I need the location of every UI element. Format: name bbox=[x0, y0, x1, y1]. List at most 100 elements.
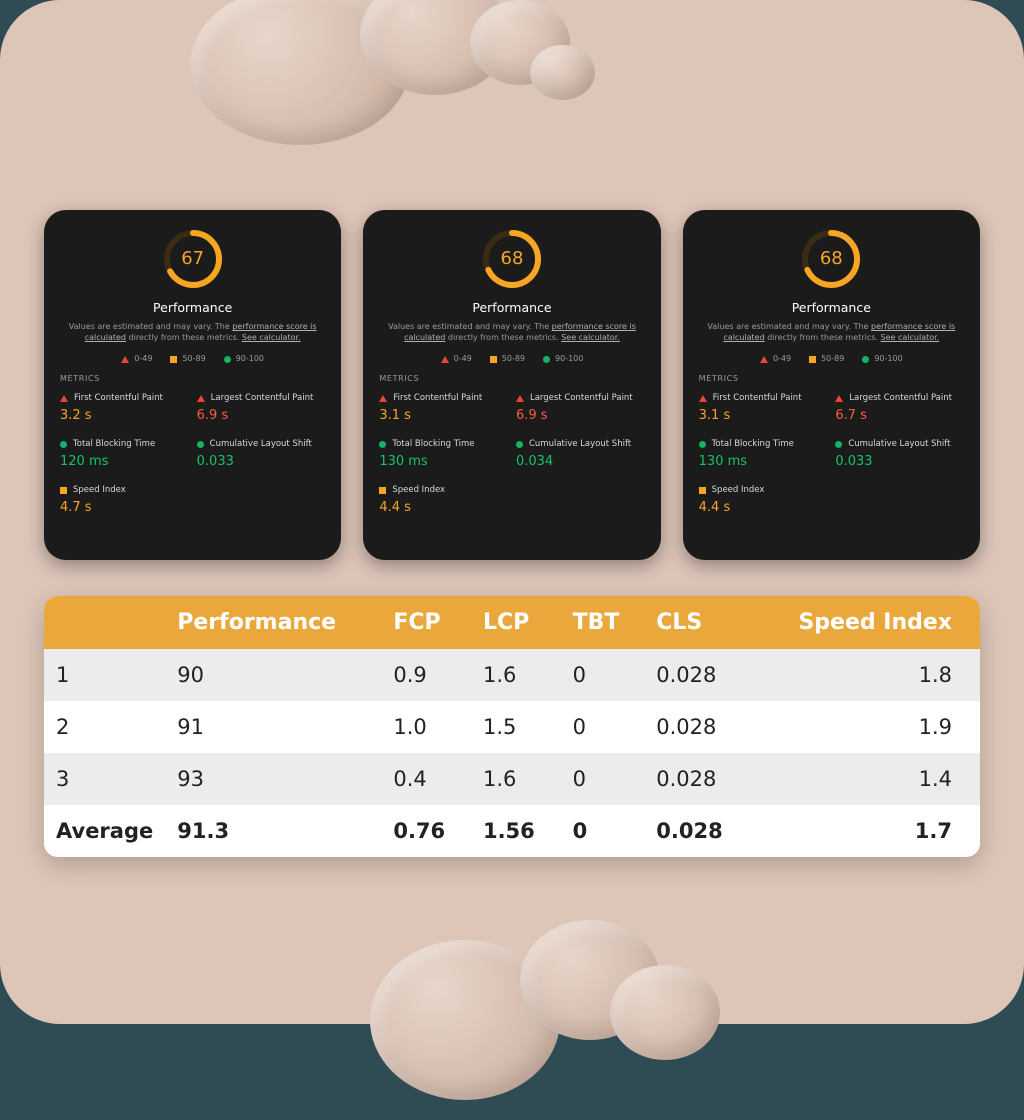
metric-cls: Cumulative Layout Shift 0.033 bbox=[835, 439, 964, 471]
metric-fcp-value: 3.1 s bbox=[379, 408, 508, 425]
circle-icon bbox=[516, 441, 523, 448]
metric-tbt: Total Blocking Time 130 ms bbox=[379, 439, 508, 471]
metric-fcp-value: 3.2 s bbox=[60, 408, 189, 425]
performance-gauge: 67 bbox=[162, 228, 224, 290]
table-row: 3930.41.600.0281.4 bbox=[44, 753, 980, 805]
metric-lcp-value: 6.9 s bbox=[197, 408, 326, 425]
table-row-average: Average91.30.761.5600.0281.7 bbox=[44, 805, 980, 857]
lighthouse-card: 68 Performance Values are estimated and … bbox=[363, 210, 660, 560]
decorative-cloud-bottom bbox=[370, 920, 730, 1120]
square-icon bbox=[170, 356, 177, 363]
card-description: Values are estimated and may vary. The p… bbox=[699, 322, 964, 344]
metric-cls-value: 0.033 bbox=[197, 454, 326, 471]
lighthouse-card: 68 Performance Values are estimated and … bbox=[683, 210, 980, 560]
metric-fcp-value: 3.1 s bbox=[699, 408, 828, 425]
table-row: 1900.91.600.0281.8 bbox=[44, 649, 980, 701]
square-icon bbox=[699, 487, 706, 494]
metric-cls: Cumulative Layout Shift 0.033 bbox=[197, 439, 326, 471]
metric-lcp: Largest Contentful Paint 6.9 s bbox=[197, 393, 326, 425]
legend-poor: 0-49 bbox=[454, 354, 472, 364]
square-icon bbox=[809, 356, 816, 363]
card-description: Values are estimated and may vary. The p… bbox=[379, 322, 644, 344]
metrics-heading: METRICS bbox=[60, 374, 325, 384]
metric-fcp: First Contentful Paint 3.1 s bbox=[699, 393, 828, 425]
metric-si-value: 4.4 s bbox=[379, 500, 644, 517]
col-lcp: LCP bbox=[471, 596, 561, 649]
card-description: Values are estimated and may vary. The p… bbox=[60, 322, 325, 344]
metric-speed-index: Speed Index 4.4 s bbox=[699, 485, 964, 517]
score-legend: 0-49 50-89 90-100 bbox=[379, 354, 644, 364]
table-header-row: Performance FCP LCP TBT CLS Speed Index bbox=[44, 596, 980, 649]
score-legend: 0-49 50-89 90-100 bbox=[60, 354, 325, 364]
content-panel: 67 Performance Values are estimated and … bbox=[0, 0, 1024, 1024]
performance-score: 68 bbox=[481, 228, 543, 290]
triangle-icon bbox=[760, 356, 768, 363]
performance-score: 67 bbox=[162, 228, 224, 290]
triangle-icon bbox=[197, 395, 205, 402]
col-index bbox=[44, 596, 165, 649]
col-cls: CLS bbox=[644, 596, 751, 649]
triangle-icon bbox=[379, 395, 387, 402]
circle-icon bbox=[224, 356, 231, 363]
metric-lcp-value: 6.7 s bbox=[835, 408, 964, 425]
legend-good: 90-100 bbox=[555, 354, 583, 364]
metric-speed-index: Speed Index 4.7 s bbox=[60, 485, 325, 517]
circle-icon bbox=[543, 356, 550, 363]
square-icon bbox=[60, 487, 67, 494]
see-calculator-link[interactable]: See calculator. bbox=[242, 333, 301, 342]
circle-icon bbox=[197, 441, 204, 448]
col-speed-index: Speed Index bbox=[751, 596, 980, 649]
metric-speed-index: Speed Index 4.4 s bbox=[379, 485, 644, 517]
metric-lcp-value: 6.9 s bbox=[516, 408, 645, 425]
triangle-icon bbox=[516, 395, 524, 402]
score-legend: 0-49 50-89 90-100 bbox=[699, 354, 964, 364]
triangle-icon bbox=[441, 356, 449, 363]
metric-cls-value: 0.033 bbox=[835, 454, 964, 471]
legend-mid: 50-89 bbox=[182, 354, 205, 364]
legend-good: 90-100 bbox=[236, 354, 264, 364]
metric-cls-value: 0.034 bbox=[516, 454, 645, 471]
metric-tbt: Total Blocking Time 130 ms bbox=[699, 439, 828, 471]
metrics-heading: METRICS bbox=[379, 374, 644, 384]
metric-fcp: First Contentful Paint 3.2 s bbox=[60, 393, 189, 425]
metric-fcp: First Contentful Paint 3.1 s bbox=[379, 393, 508, 425]
table-row: 2911.01.500.0281.9 bbox=[44, 701, 980, 753]
results-table: Performance FCP LCP TBT CLS Speed Index … bbox=[44, 596, 980, 857]
triangle-icon bbox=[699, 395, 707, 402]
metric-lcp: Largest Contentful Paint 6.9 s bbox=[516, 393, 645, 425]
card-title: Performance bbox=[699, 300, 964, 316]
circle-icon bbox=[699, 441, 706, 448]
performance-gauge: 68 bbox=[481, 228, 543, 290]
performance-gauge: 68 bbox=[800, 228, 862, 290]
legend-mid: 50-89 bbox=[502, 354, 525, 364]
lighthouse-cards-row: 67 Performance Values are estimated and … bbox=[44, 210, 980, 560]
decorative-cloud-top bbox=[150, 0, 580, 155]
circle-icon bbox=[835, 441, 842, 448]
col-tbt: TBT bbox=[561, 596, 645, 649]
metric-tbt-value: 130 ms bbox=[699, 454, 828, 471]
metric-si-value: 4.4 s bbox=[699, 500, 964, 517]
square-icon bbox=[490, 356, 497, 363]
see-calculator-link[interactable]: See calculator. bbox=[881, 333, 940, 342]
metric-cls: Cumulative Layout Shift 0.034 bbox=[516, 439, 645, 471]
col-performance: Performance bbox=[165, 596, 381, 649]
legend-good: 90-100 bbox=[874, 354, 902, 364]
metrics-heading: METRICS bbox=[699, 374, 964, 384]
metric-lcp: Largest Contentful Paint 6.7 s bbox=[835, 393, 964, 425]
metric-tbt: Total Blocking Time 120 ms bbox=[60, 439, 189, 471]
metric-si-value: 4.7 s bbox=[60, 500, 325, 517]
square-icon bbox=[379, 487, 386, 494]
triangle-icon bbox=[60, 395, 68, 402]
see-calculator-link[interactable]: See calculator. bbox=[561, 333, 620, 342]
circle-icon bbox=[862, 356, 869, 363]
card-title: Performance bbox=[60, 300, 325, 316]
performance-score: 68 bbox=[800, 228, 862, 290]
triangle-icon bbox=[835, 395, 843, 402]
col-fcp: FCP bbox=[381, 596, 471, 649]
lighthouse-card: 67 Performance Values are estimated and … bbox=[44, 210, 341, 560]
triangle-icon bbox=[121, 356, 129, 363]
circle-icon bbox=[379, 441, 386, 448]
circle-icon bbox=[60, 441, 67, 448]
legend-poor: 0-49 bbox=[773, 354, 791, 364]
legend-mid: 50-89 bbox=[821, 354, 844, 364]
